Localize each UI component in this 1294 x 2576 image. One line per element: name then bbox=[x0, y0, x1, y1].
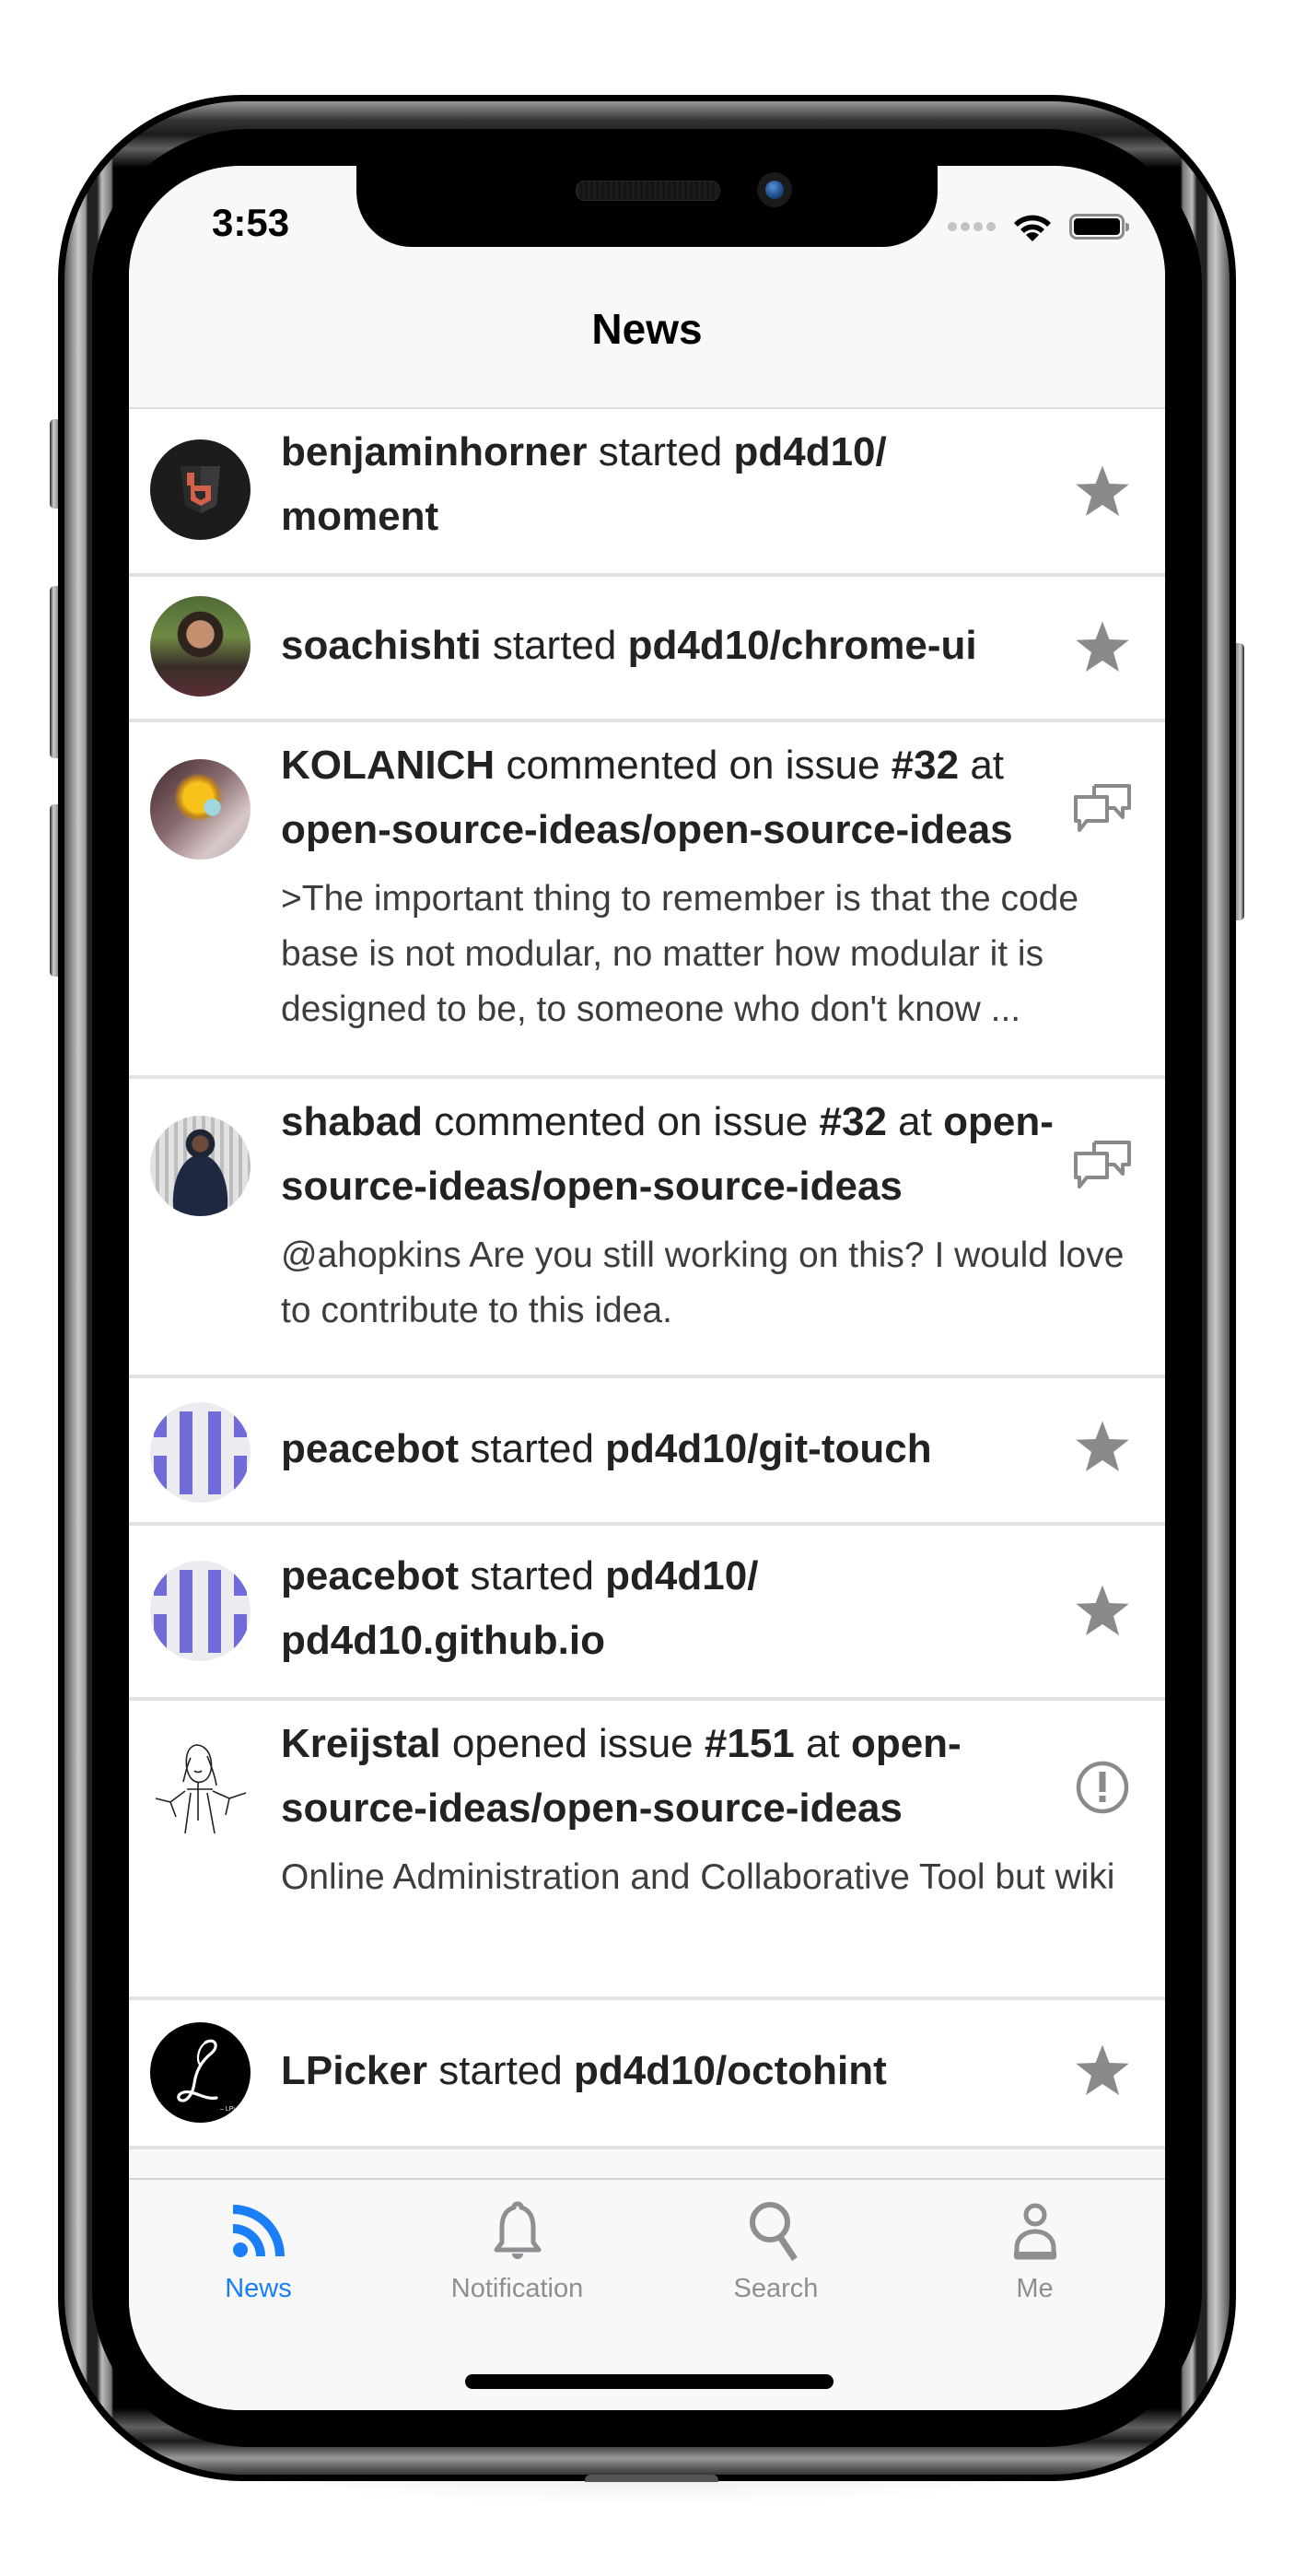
feed-item[interactable]: – LPi LPicker started pd4d10/octohint bbox=[129, 2000, 1165, 2149]
kolanich-avatar[interactable] bbox=[150, 759, 251, 860]
tab-news[interactable]: News bbox=[129, 2180, 388, 2336]
bell-icon bbox=[494, 2201, 541, 2259]
soachishti-avatar[interactable] bbox=[150, 596, 251, 697]
feed-user[interactable]: KOLANICH bbox=[281, 743, 495, 788]
star-icon bbox=[1071, 460, 1134, 522]
feed-issue-title: Online Administration and Collaborative … bbox=[281, 1857, 1115, 1897]
feed-item[interactable]: KOLANICH commented on issue #32 at open-… bbox=[129, 722, 1165, 1079]
star-icon bbox=[1071, 1415, 1134, 1478]
star-icon bbox=[1071, 2039, 1134, 2102]
feed-action: commented on issue bbox=[434, 1099, 809, 1144]
feed-action: started bbox=[598, 429, 723, 474]
feed-item-text: KOLANICH commented on issue #32 at open-… bbox=[281, 733, 1078, 1037]
feed-action: opened issue bbox=[451, 1721, 694, 1766]
feed-item[interactable]: soachishti started pd4d10/chrome-ui bbox=[129, 577, 1165, 722]
signal-dots-icon bbox=[948, 222, 996, 231]
feed-item[interactable]: Kreijstal opened issue #151 at open-sour… bbox=[129, 1701, 1165, 2000]
battery-icon bbox=[1069, 214, 1129, 240]
wifi-icon bbox=[1014, 215, 1051, 241]
feed-item[interactable]: peacebot started pd4d10/git-touch bbox=[129, 1378, 1165, 1526]
star-icon bbox=[1071, 1579, 1134, 1642]
comment-discussion-icon bbox=[1071, 778, 1134, 840]
shabad-avatar[interactable] bbox=[150, 1116, 251, 1216]
lightning-port bbox=[585, 2475, 718, 2482]
home-indicator[interactable] bbox=[465, 2374, 834, 2389]
peacebot-avatar[interactable] bbox=[150, 1561, 251, 1661]
front-camera bbox=[757, 172, 792, 207]
status-time: 3:53 bbox=[212, 201, 290, 244]
feed-comment-body: @ahopkins Are you still working on this?… bbox=[281, 1235, 1125, 1330]
feed-item-text: shabad commented on issue #32 at open-so… bbox=[281, 1090, 1124, 1339]
feed-issue-number[interactable]: #151 bbox=[705, 1721, 795, 1766]
feed-action: started bbox=[438, 2048, 563, 2093]
feed-repo[interactable]: pd4d10/octohint bbox=[574, 2048, 887, 2093]
feed-action: commented on issue bbox=[506, 743, 880, 788]
news-feed-list[interactable]: benjaminhorner started pd4d10/moment soa… bbox=[129, 409, 1165, 2149]
feed-comment-body: >The important thing to remember is that… bbox=[281, 879, 1079, 1029]
feed-user[interactable]: peacebot bbox=[281, 1553, 459, 1598]
feed-user[interactable]: Kreijstal bbox=[281, 1721, 441, 1766]
feed-user[interactable]: shabad bbox=[281, 1099, 423, 1144]
notch bbox=[356, 166, 938, 247]
feed-issue-number[interactable]: #32 bbox=[892, 743, 959, 788]
tab-label: News bbox=[225, 2274, 292, 2303]
search-icon bbox=[749, 2202, 798, 2261]
feed-repo[interactable]: open-source-ideas/open-source-ideas bbox=[281, 807, 1013, 852]
screen: News 3:53 benjaminhorner started pd4d10/… bbox=[129, 166, 1165, 2410]
issue-opened-icon bbox=[1071, 1756, 1134, 1819]
rss-icon bbox=[232, 2205, 285, 2257]
person-icon bbox=[1013, 2203, 1056, 2260]
tab-label: Me bbox=[1016, 2274, 1054, 2303]
feed-action: started bbox=[470, 1426, 594, 1471]
status-indicators bbox=[948, 208, 1129, 245]
svg-text:– LPi: – LPi bbox=[220, 2106, 235, 2113]
star-icon bbox=[1071, 615, 1134, 678]
lpicker-avatar[interactable]: – LPi bbox=[150, 2022, 251, 2123]
comment-discussion-icon bbox=[1071, 1134, 1134, 1197]
feed-action: started bbox=[470, 1553, 594, 1598]
feed-item-text: Kreijstal opened issue #151 at open-sour… bbox=[281, 1712, 1114, 1905]
peacebot-avatar[interactable] bbox=[150, 1402, 251, 1503]
feed-item-text: benjaminhorner started pd4d10/moment bbox=[281, 420, 1055, 549]
feed-item-text: LPicker started pd4d10/octohint bbox=[281, 2039, 1055, 2103]
navigation-bar: News bbox=[129, 247, 1165, 409]
kreijstal-avatar[interactable] bbox=[150, 1738, 251, 1838]
page-title: News bbox=[591, 305, 703, 353]
feed-item-text: soachishti started pd4d10/chrome-ui bbox=[281, 614, 1055, 678]
feed-issue-number[interactable]: #32 bbox=[820, 1099, 887, 1144]
speaker-grille bbox=[576, 181, 720, 201]
feed-action: started bbox=[492, 623, 617, 668]
feed-repo[interactable]: pd4d10/chrome-ui bbox=[628, 623, 977, 668]
feed-item[interactable]: peacebot started pd4d10/pd4d10.github.io bbox=[129, 1526, 1165, 1701]
tab-label: Search bbox=[733, 2274, 819, 2303]
feed-item-text: peacebot started pd4d10/pd4d10.github.io bbox=[281, 1544, 1055, 1673]
feed-user[interactable]: soachishti bbox=[281, 623, 482, 668]
tab-search[interactable]: Search bbox=[647, 2180, 905, 2336]
tab-me[interactable]: Me bbox=[905, 2180, 1164, 2336]
tab-label: Notification bbox=[450, 2274, 584, 2303]
feed-item-text: peacebot started pd4d10/git-touch bbox=[281, 1417, 1055, 1481]
benjaminhorner-avatar[interactable] bbox=[150, 439, 251, 540]
feed-repo[interactable]: pd4d10/git-touch bbox=[605, 1426, 931, 1471]
tab-notification[interactable]: Notification bbox=[388, 2180, 647, 2336]
feed-user[interactable]: peacebot bbox=[281, 1426, 459, 1471]
feed-user[interactable]: benjaminhorner bbox=[281, 429, 588, 474]
feed-item[interactable]: benjaminhorner started pd4d10/moment bbox=[129, 409, 1165, 577]
power-button bbox=[1235, 643, 1244, 920]
feed-user[interactable]: LPicker bbox=[281, 2048, 427, 2093]
feed-item[interactable]: shabad commented on issue #32 at open-so… bbox=[129, 1079, 1165, 1378]
